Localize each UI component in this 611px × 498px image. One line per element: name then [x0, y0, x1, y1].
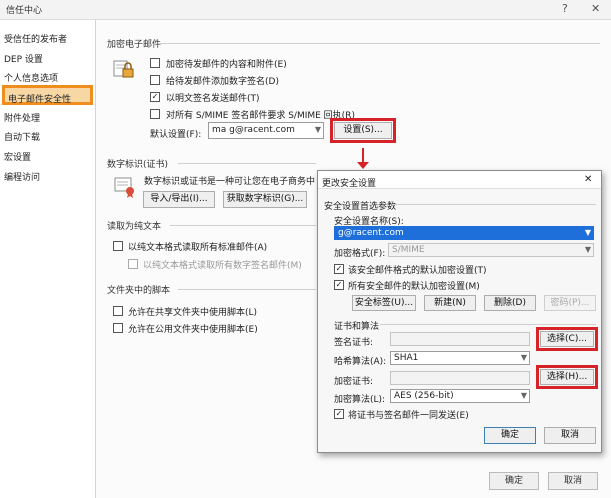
section-divider [178, 163, 316, 164]
sidebar-item-dep-settings[interactable]: DEP 设置 [4, 52, 43, 65]
sidebar-item-macro-settings[interactable]: 宏设置 [4, 150, 31, 163]
default-setting-dropdown[interactable]: ma g@racent.com ▼ [208, 122, 324, 139]
sidebar-item-attachment-handling[interactable]: 附件处理 [4, 111, 40, 124]
signing-cert-label: 签名证书: [334, 338, 374, 348]
dialog-close-icon[interactable]: ✕ [584, 174, 592, 185]
delete-button[interactable]: 删除(D) [484, 295, 536, 311]
red-arrow-head [357, 162, 369, 169]
encrypt-contents-checkbox[interactable] [150, 58, 160, 68]
shared-folder-scripts-checkbox[interactable] [113, 306, 123, 316]
read-signed-plain-label: 以纯文本格式读取所有数字签名邮件(M) [143, 261, 302, 271]
signing-cert-field [390, 332, 530, 346]
choose-signing-cert-button[interactable]: 选择(C)... [540, 331, 594, 347]
certificate-icon [113, 176, 137, 198]
hash-algorithm-dropdown[interactable]: SHA1 ▼ [390, 351, 530, 365]
window-titlebar: 信任中心 ? ✕ [0, 0, 611, 20]
chevron-down-icon: ▼ [584, 228, 591, 237]
dialog-title: 更改安全设置 [322, 179, 377, 189]
security-setting-name-value: g@racent.com [338, 228, 404, 238]
request-receipt-label: 对所有 S/MIME 签名邮件要求 S/MIME 回执(R) [166, 111, 355, 121]
section-divider [380, 324, 596, 325]
sidebar-item-privacy-options[interactable]: 个人信息选项 [4, 71, 58, 84]
sidebar-item-programmatic-access[interactable]: 编程访问 [4, 170, 40, 183]
crypto-format-dropdown[interactable]: S/MIME ▼ [388, 243, 594, 257]
request-receipt-checkbox[interactable] [150, 109, 160, 119]
encryption-cert-label: 加密证书: [334, 377, 374, 387]
default-for-format-checkbox[interactable]: ✓ [334, 264, 344, 274]
sidebar-item-email-security[interactable]: 电子邮件安全性 [2, 85, 93, 105]
public-folder-scripts-label: 允许在公用文件夹中使用脚本(E) [128, 325, 258, 335]
section-divider [170, 225, 316, 226]
hash-algorithm-label: 哈希算法(A): [334, 357, 387, 367]
choose-encryption-cert-button[interactable]: 选择(H)... [540, 369, 594, 385]
import-export-button[interactable]: 导入/导出(I)... [143, 191, 215, 208]
send-certs-label: 将证书与签名邮件一同发送(E) [348, 411, 469, 421]
read-standard-plain-checkbox[interactable] [113, 241, 123, 251]
section-divider [160, 43, 600, 44]
section-divider [178, 289, 316, 290]
encryption-algorithm-value: AES (256-bit) [394, 391, 454, 401]
send-certs-checkbox[interactable]: ✓ [334, 409, 344, 419]
clear-text-signed-checkbox[interactable]: ✓ [150, 92, 160, 102]
digital-id-description: 数字标识或证书是一种可让您在电子商务中 [144, 177, 316, 187]
lock-certificate-icon [111, 57, 137, 81]
settings-button[interactable]: 设置(S)... [334, 122, 392, 139]
default-for-all-label: 所有安全邮件的默认加密设置(M) [348, 282, 480, 292]
dialog-cancel-button[interactable]: 取消 [544, 427, 596, 444]
chevron-down-icon: ▼ [314, 125, 321, 134]
crypto-format-label: 加密格式(F): [334, 249, 386, 259]
encryption-algorithm-dropdown[interactable]: AES (256-bit) ▼ [390, 389, 530, 403]
crypto-format-value: S/MIME [392, 245, 425, 255]
clear-text-signed-label: 以明文签名发送邮件(T) [166, 94, 260, 104]
default-setting-label: 默认设置(F): [150, 130, 202, 140]
dialog-ok-button[interactable]: 确定 [484, 427, 536, 444]
read-signed-plain-checkbox[interactable] [128, 259, 138, 269]
shared-folder-scripts-label: 允许在共享文件夹中使用脚本(L) [128, 308, 258, 318]
section-title-folder-scripts: 文件夹中的脚本 [107, 286, 171, 296]
trust-center-cancel-button[interactable]: 取消 [548, 472, 598, 490]
section-title-digital-id: 数字标识(证书) [107, 160, 169, 170]
sidebar: 受信任的发布者 DEP 设置 个人信息选项 电子邮件安全性 附件处理 自动下载 … [0, 20, 96, 498]
add-signature-label: 给待发邮件添加数字签名(D) [166, 77, 279, 87]
chevron-down-icon: ▼ [520, 353, 527, 362]
section-divider [392, 204, 596, 205]
new-button[interactable]: 新建(N) [424, 295, 476, 311]
default-for-all-checkbox[interactable]: ✓ [334, 280, 344, 290]
window-title: 信任中心 [6, 6, 43, 16]
close-icon[interactable]: ✕ [591, 2, 600, 15]
encryption-algorithm-label: 加密算法(L): [334, 395, 386, 405]
public-folder-scripts-checkbox[interactable] [113, 323, 123, 333]
encryption-cert-field [390, 371, 530, 385]
read-standard-plain-label: 以纯文本格式读取所有标准邮件(A) [128, 243, 268, 253]
password-button[interactable]: 密码(P)... [544, 295, 596, 311]
prefs-section-title: 安全设置首选参数 [324, 202, 397, 212]
add-signature-checkbox[interactable] [150, 75, 160, 85]
chevron-down-icon: ▼ [520, 391, 527, 400]
help-icon[interactable]: ? [562, 2, 568, 15]
cert-section-title: 证书和算法 [334, 322, 380, 332]
trust-center-ok-button[interactable]: 确定 [489, 472, 539, 490]
chevron-down-icon: ▼ [584, 245, 591, 254]
default-for-format-label: 该安全邮件格式的默认加密设置(T) [348, 266, 487, 276]
hash-algorithm-value: SHA1 [394, 353, 419, 363]
change-security-settings-dialog: 更改安全设置 ✕ 安全设置首选参数 安全设置名称(S): g@racent.co… [317, 170, 602, 453]
encrypt-contents-label: 加密待发邮件的内容和附件(E) [166, 60, 287, 70]
section-title-encrypted-email: 加密电子邮件 [107, 40, 162, 50]
security-labels-button[interactable]: 安全标签(U)... [352, 295, 416, 311]
default-setting-value: ma g@racent.com [212, 125, 295, 135]
section-title-read-plain-text: 读取为纯文本 [107, 222, 162, 232]
security-setting-name-dropdown[interactable]: g@racent.com ▼ [334, 226, 594, 240]
sidebar-item-trusted-publishers[interactable]: 受信任的发布者 [4, 32, 67, 45]
get-digital-id-button[interactable]: 获取数字标识(G)... [223, 191, 307, 208]
sidebar-item-auto-download[interactable]: 自动下载 [4, 130, 40, 143]
